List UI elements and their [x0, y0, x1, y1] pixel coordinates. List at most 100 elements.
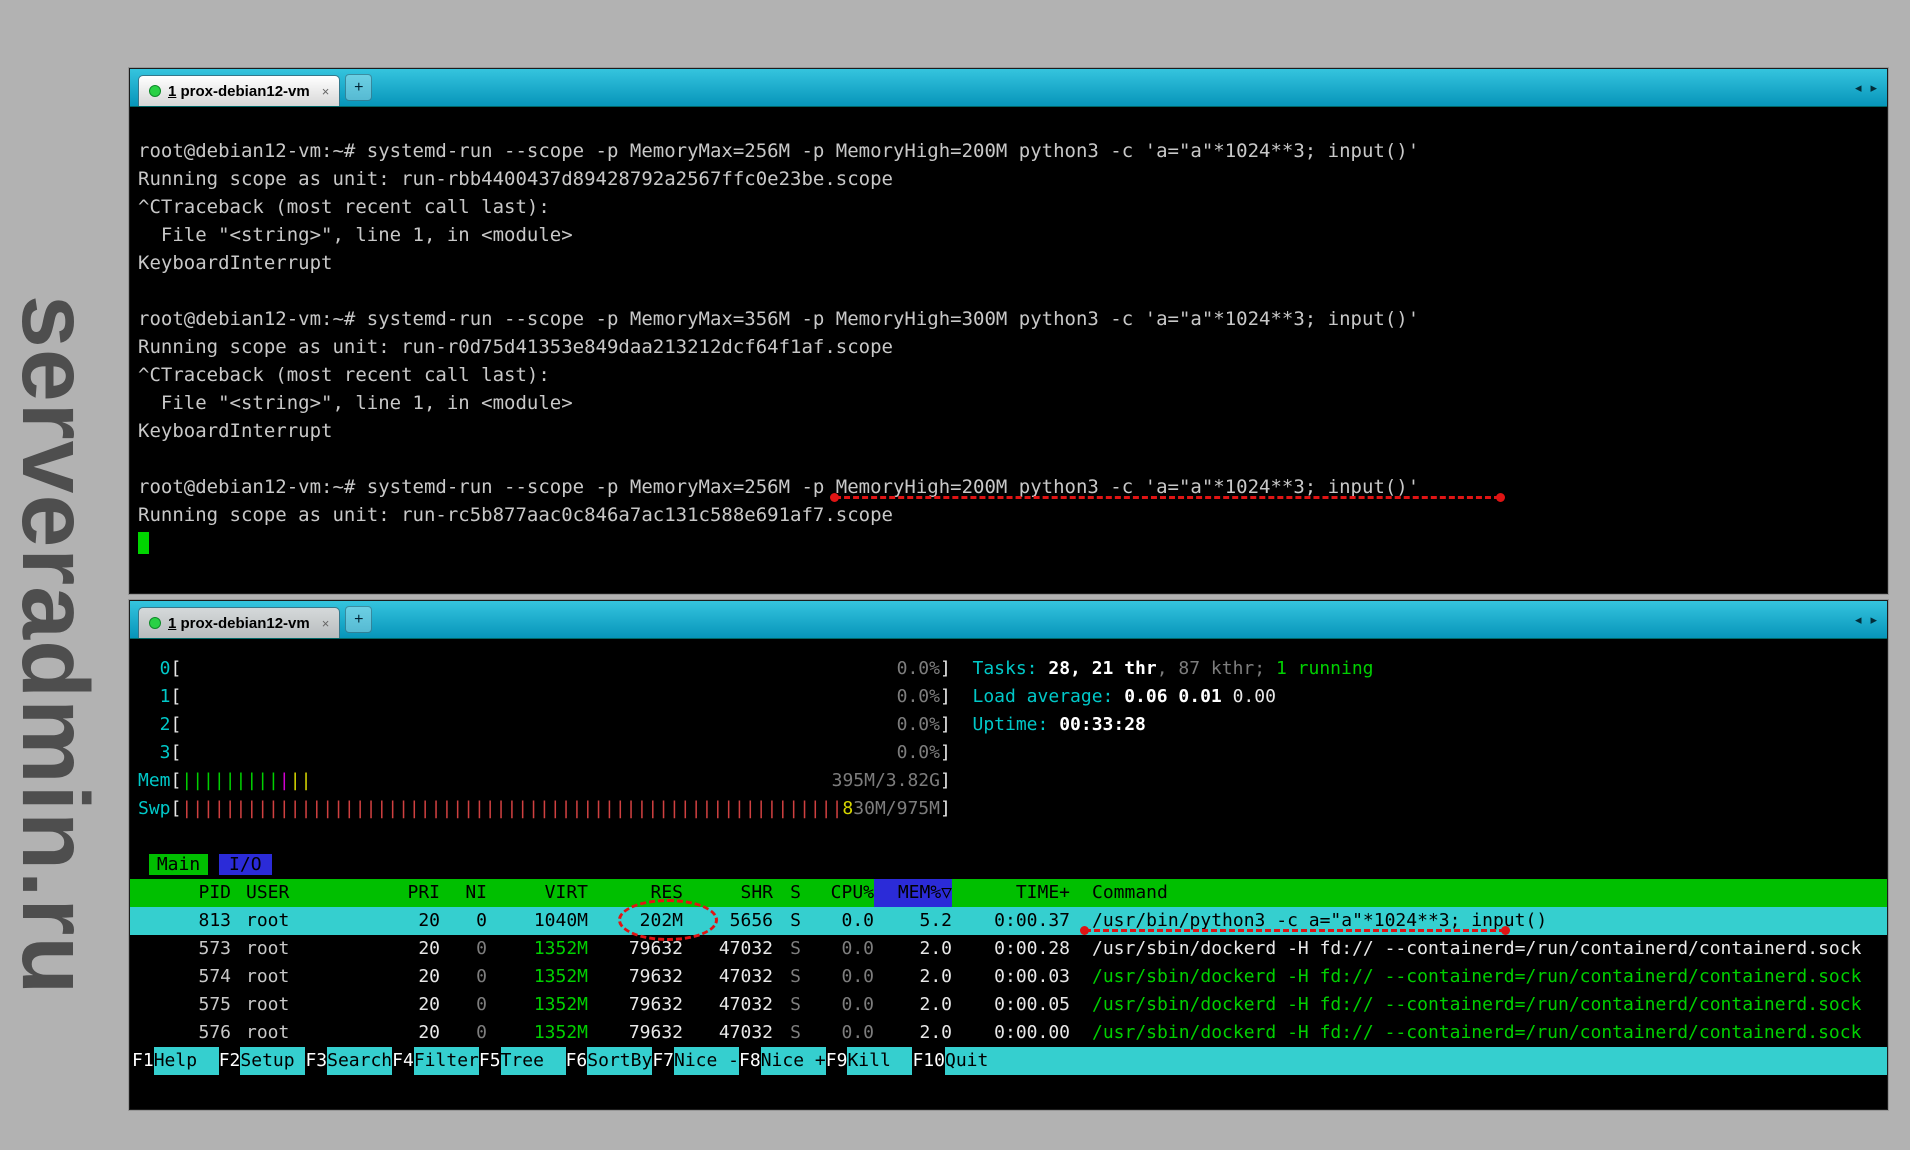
tab-title: 1 prox-debian12-vm — [168, 615, 310, 632]
process-row[interactable]: 576root2001352M7963247032S0.02.00:00.00/… — [130, 1019, 1887, 1047]
text-segment: ] — [940, 658, 951, 679]
text-segment — [181, 742, 896, 763]
cell-pri: 20 — [380, 907, 440, 935]
tab-scroll-right-icon[interactable]: ▸ — [1870, 612, 1877, 628]
fkey-f3: F3 — [305, 1047, 327, 1075]
cell-s: S — [773, 907, 801, 935]
fkey-action-nice--[interactable]: Nice - — [674, 1047, 739, 1075]
fkey-action-search[interactable]: Search — [327, 1047, 392, 1075]
fkey-action-sortby[interactable]: SortBy — [587, 1047, 652, 1075]
text-segment — [311, 770, 831, 791]
cell-cpu: 0.0 — [801, 1019, 874, 1047]
tab-session-name: prox-debian12-vm — [176, 615, 309, 632]
terminal-prompt-line — [130, 529, 1887, 557]
htop-screen: 0[ 0.0%] Tasks: 28, 21 thr, 87 kthr; 1 r… — [130, 639, 1887, 1075]
cell-pid: 574 — [138, 963, 231, 991]
tab-close-icon[interactable]: × — [322, 84, 330, 99]
process-row[interactable]: 575root2001352M7963247032S0.02.00:00.05/… — [130, 991, 1887, 1019]
fkey-action-kill[interactable]: Kill — [847, 1047, 912, 1075]
terminal-line: Running scope as unit: run-r0d75d41353e8… — [138, 333, 1879, 361]
text-segment: [ — [171, 658, 182, 679]
column-header-virt[interactable]: VIRT — [487, 879, 588, 907]
fkey-action-filter[interactable]: Filter — [414, 1047, 479, 1075]
cell-cmd: /usr/sbin/dockerd -H fd:// --containerd=… — [1070, 935, 1887, 963]
column-header-mem[interactable]: MEM%▽ — [874, 879, 952, 907]
cell-mem: 5.2 — [874, 907, 952, 935]
text-segment: 0.0% — [897, 686, 940, 707]
swap-meter: Swp[||||||||||||||||||||||||||||||||||||… — [130, 795, 1887, 823]
text-segment: [ — [171, 798, 182, 819]
process-row[interactable]: 574root2001352M7963247032S0.02.00:00.03/… — [130, 963, 1887, 991]
cell-pid: 575 — [138, 991, 231, 1019]
column-header-pid[interactable]: PID — [138, 879, 231, 907]
terminal-line — [138, 445, 1879, 473]
cell-time: 0:00.05 — [952, 991, 1070, 1019]
cell-ni: 0 — [440, 1019, 487, 1047]
new-tab-button[interactable]: + — [345, 606, 372, 633]
tab-bar: 1 prox-debian12-vm × + ◂ ▸ — [130, 601, 1887, 639]
cell-res: 79632 — [588, 991, 683, 1019]
text-segment: 0.0% — [897, 658, 940, 679]
column-header-ni[interactable]: NI — [440, 879, 487, 907]
process-row[interactable]: 813root2001040M202M5656S0.05.20:00.37/us… — [130, 907, 1887, 935]
terminal-line: File "<string>", line 1, in <module> — [138, 389, 1879, 417]
cell-shr: 47032 — [683, 963, 773, 991]
tab-close-icon[interactable]: × — [322, 616, 330, 631]
column-header-cmd[interactable]: Command — [1070, 879, 1887, 907]
fkey-action-nice-+[interactable]: Nice + — [761, 1047, 826, 1075]
new-tab-button[interactable]: + — [345, 74, 372, 101]
tab-scroll-arrows: ◂ ▸ — [1855, 601, 1877, 638]
cell-user: root — [231, 935, 380, 963]
column-header-time[interactable]: TIME+ — [952, 879, 1070, 907]
terminal-line: root@debian12-vm:~# systemd-run --scope … — [138, 305, 1879, 333]
cell-cmd: /usr/sbin/dockerd -H fd:// --containerd=… — [1070, 991, 1887, 1019]
column-header-user[interactable]: USER — [231, 879, 380, 907]
terminal-screen[interactable]: 0[ 0.0%] Tasks: 28, 21 thr, 87 kthr; 1 r… — [130, 639, 1887, 1109]
text-segment: 3 — [138, 742, 171, 763]
terminal-line: Running scope as unit: run-rbb4400437d89… — [138, 165, 1879, 193]
cell-virt: 1352M — [487, 991, 588, 1019]
blank-line — [130, 823, 1887, 851]
fkey-action-setup[interactable]: Setup — [240, 1047, 305, 1075]
tab-scroll-right-icon[interactable]: ▸ — [1870, 80, 1877, 96]
fkey-f5: F5 — [479, 1047, 501, 1075]
fkey-action-quit[interactable]: Quit — [945, 1047, 1010, 1075]
cpu-meter-2: 2[ 0.0%] Uptime: 00:33:28 — [130, 711, 1887, 739]
text-segment — [951, 714, 973, 735]
tab-scroll-left-icon[interactable]: ◂ — [1855, 80, 1862, 96]
cell-res: 202M — [588, 907, 683, 935]
htop-screen-tabs[interactable]: Main I/O — [130, 851, 1887, 879]
fkey-f9: F9 — [826, 1047, 848, 1075]
cell-shr: 5656 — [683, 907, 773, 935]
fkey-action-help[interactable]: Help — [154, 1047, 219, 1075]
terminal-window-shell: 1 prox-debian12-vm × + ◂ ▸ root@debian12… — [129, 68, 1888, 594]
cell-res: 79632 — [588, 963, 683, 991]
cell-pri: 20 — [380, 963, 440, 991]
cell-res: 79632 — [588, 1019, 683, 1047]
process-row[interactable]: 573root2001352M7963247032S0.02.00:00.28/… — [130, 935, 1887, 963]
tab-title: 1 prox-debian12-vm — [168, 83, 310, 100]
column-header-pri[interactable]: PRI — [380, 879, 440, 907]
cell-s: S — [773, 935, 801, 963]
text-segment: 8 — [842, 798, 853, 819]
column-header-s[interactable]: S — [773, 879, 801, 907]
tab-scroll-left-icon[interactable]: ◂ — [1855, 612, 1862, 628]
text-segment: ] — [940, 742, 951, 763]
column-header-res[interactable]: RES — [588, 879, 683, 907]
cell-pid: 813 — [138, 907, 231, 935]
fkey-action-tree[interactable]: Tree — [501, 1047, 566, 1075]
column-header-cpu[interactable]: CPU% — [801, 879, 874, 907]
column-header-shr[interactable]: SHR — [683, 879, 773, 907]
cell-time: 0:00.03 — [952, 963, 1070, 991]
text-segment: Load average: — [973, 686, 1125, 707]
cell-s: S — [773, 963, 801, 991]
tab-session[interactable]: 1 prox-debian12-vm × — [138, 75, 340, 106]
text-segment: Uptime: — [973, 714, 1060, 735]
terminal-screen[interactable]: root@debian12-vm:~# systemd-run --scope … — [130, 107, 1887, 593]
fkey-f10: F10 — [912, 1047, 945, 1075]
text-segment: 30M/975M — [853, 798, 940, 819]
tab-session[interactable]: 1 prox-debian12-vm × — [138, 607, 340, 638]
cell-time: 0:00.00 — [952, 1019, 1070, 1047]
text-segment — [951, 686, 973, 707]
terminal-line: KeyboardInterrupt — [138, 249, 1879, 277]
